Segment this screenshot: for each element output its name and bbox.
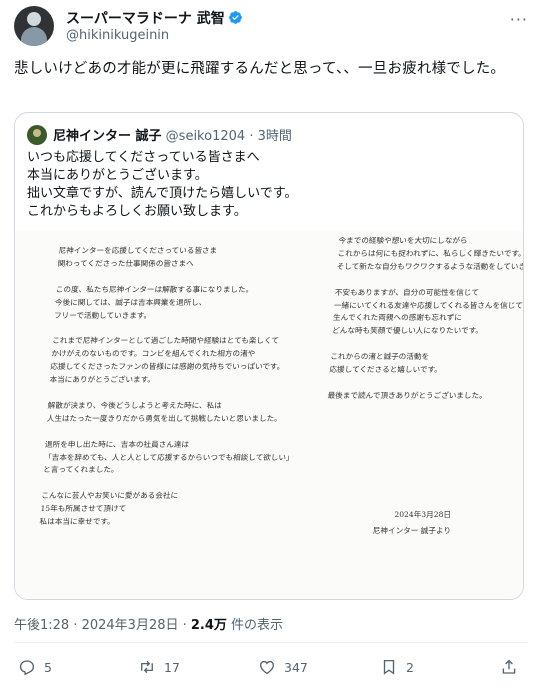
quoted-post-text: いつも応援してくださっている皆さまへ 本当にありがとうございます。 拙い文章です… — [27, 150, 298, 219]
quoted-post[interactable]: 尼神インター 誠子 @seiko1204 · 3時間 いつも応援してくださってい… — [14, 112, 524, 600]
more-options-icon[interactable]: ··· — [510, 10, 528, 29]
handwritten-letter-image[interactable]: 尼神インターを応援してくださっている皆さま 関わってくださった仕事関係の皆さまへ… — [15, 231, 523, 599]
repost-button[interactable]: 17 — [138, 654, 180, 680]
author-handle[interactable]: @hikinikugeinin — [66, 28, 169, 43]
avatar-head — [27, 12, 41, 26]
letter-right-column: 今までの経験や想いを大切にしながら これからは何にも捉われずに、私らしく輝きたい… — [327, 236, 524, 400]
bookmark-icon — [383, 659, 395, 675]
post-header: スーパーマラドーナ 武智 @hikinikugeinin ··· — [14, 6, 532, 46]
heart-icon — [259, 660, 275, 675]
avatar-body — [21, 27, 47, 46]
letter-signature: 2024年3月28日 尼神インター 誠子より — [373, 507, 451, 539]
bookmark-count: 2 — [406, 659, 414, 675]
view-label: 件の表示 — [226, 618, 284, 633]
post-text: 悲しいけどあの才能が更に飛躍するんだと思って、、一旦お疲れ様でした。 — [14, 61, 506, 77]
like-count: 347 — [284, 659, 308, 675]
share-icon — [502, 659, 516, 674]
author-avatar[interactable] — [14, 6, 54, 46]
reply-count: 5 — [44, 659, 52, 675]
reply-icon — [19, 660, 35, 676]
verified-badge-icon — [228, 11, 242, 24]
post-timestamp[interactable]: 午後1:28 · 2024年3月28日 · — [14, 618, 191, 633]
repost-icon — [141, 660, 153, 674]
post-metadata: 午後1:28 · 2024年3月28日 · 2.4万 件の表示 — [14, 614, 283, 633]
letter-left-column: 尼神インターを応援してくださっている皆さま 関わってくださった仕事関係の皆さまへ… — [39, 246, 294, 527]
action-bar: 5 17 347 2 — [14, 654, 526, 680]
view-count: 2.4万 — [190, 618, 227, 633]
author-name-text: スーパーマラドーナ 武智 — [66, 11, 225, 27]
divider — [14, 642, 528, 643]
letter-date: 2024年3月28日 — [394, 510, 451, 519]
author-name[interactable]: スーパーマラドーナ 武智 — [66, 8, 243, 28]
reply-button[interactable]: 5 — [18, 654, 52, 680]
quoted-author-avatar[interactable] — [27, 125, 47, 145]
quoted-author-handle[interactable]: @seiko1204 — [166, 129, 246, 144]
quoted-author-name[interactable]: 尼神インター 誠子 — [53, 129, 162, 144]
like-button[interactable]: 347 — [258, 654, 308, 680]
quoted-post-header: 尼神インター 誠子 @seiko1204 · 3時間 — [27, 125, 292, 145]
repost-count: 17 — [164, 659, 180, 675]
share-button[interactable] — [500, 654, 526, 680]
bookmark-button[interactable]: 2 — [380, 654, 414, 680]
letter-signature-name: 尼神インター 誠子より — [372, 526, 451, 535]
quoted-post-time[interactable]: · 3時間 — [249, 129, 292, 144]
